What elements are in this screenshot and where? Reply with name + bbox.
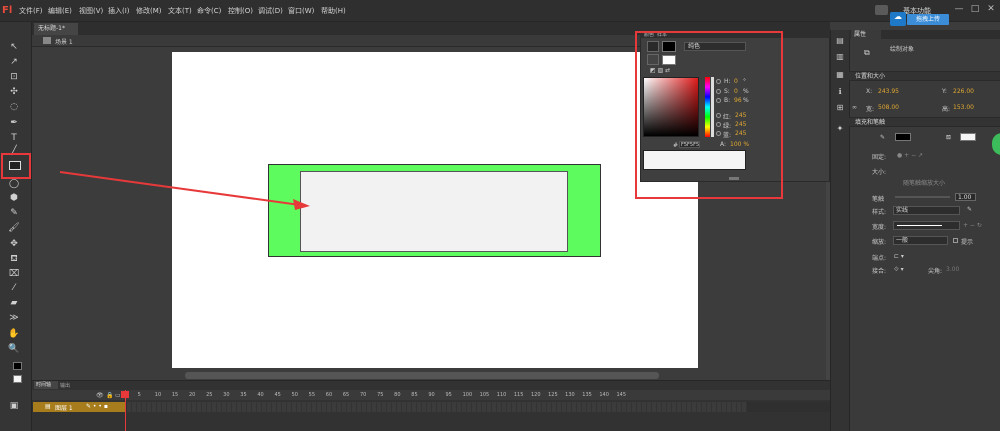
annotation-arrow [59, 171, 310, 210]
